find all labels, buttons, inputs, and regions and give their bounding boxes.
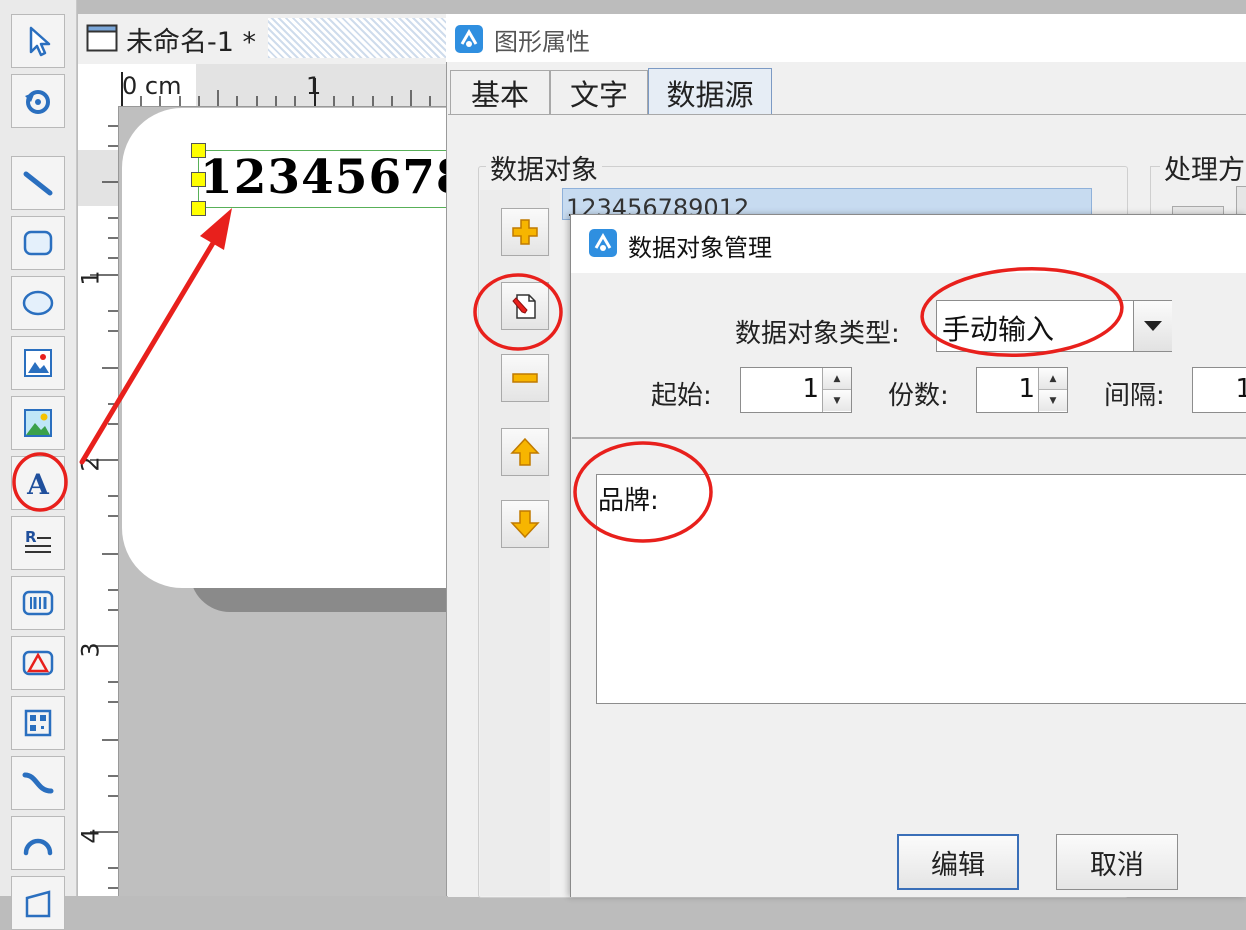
resize-handle-bottom[interactable] xyxy=(191,201,206,216)
ruler-label-v3: 3 xyxy=(76,642,105,658)
count-stepper-buttons: ▲ ▼ xyxy=(1038,368,1067,412)
ruler-label-v1: 1 xyxy=(76,270,105,286)
pointer-icon xyxy=(29,26,51,57)
text-object-content[interactable]: 12345678 xyxy=(200,150,470,205)
start-value[interactable]: 1 xyxy=(802,374,819,404)
arrow-down-icon xyxy=(510,510,540,539)
count-value[interactable]: 1 xyxy=(1018,374,1035,404)
more-icon xyxy=(25,890,51,918)
count-label: 份数: xyxy=(888,381,949,411)
picture-tool-button[interactable] xyxy=(11,336,65,390)
data-type-label: 数据对象类型: xyxy=(735,319,900,349)
ruler-label-v4: 4 xyxy=(76,828,105,844)
svg-text:R: R xyxy=(25,528,37,546)
svg-text:A: A xyxy=(26,468,50,500)
interval-stepper[interactable]: 1 xyxy=(1192,367,1246,413)
tab-basic[interactable]: 基本 xyxy=(450,70,550,114)
image-icon xyxy=(24,409,52,437)
qrcode-tool-button[interactable] xyxy=(11,696,65,750)
start-label: 起始: xyxy=(651,381,712,411)
vertical-ruler-ticks xyxy=(90,125,118,889)
arc-icon xyxy=(23,838,53,856)
barcode-tool-button[interactable] xyxy=(11,576,65,630)
qrcode-icon xyxy=(24,709,52,737)
line-icon xyxy=(23,171,53,196)
window-icon xyxy=(86,24,118,52)
tab-text[interactable]: 文字 xyxy=(550,70,648,114)
manager-title: 数据对象管理 xyxy=(628,234,772,262)
ellipse-icon xyxy=(22,290,54,316)
ellipse-tool-button[interactable] xyxy=(11,276,65,330)
resize-handle-middle[interactable] xyxy=(191,172,206,187)
rotate-icon xyxy=(25,90,50,114)
ruler-label-0: 0 cm xyxy=(122,72,182,100)
arrow-up-icon xyxy=(510,437,540,466)
count-stepper[interactable]: 1 ▲ ▼ xyxy=(976,367,1068,413)
manager-separator xyxy=(572,437,1246,439)
interval-label: 间隔: xyxy=(1104,381,1165,411)
document-title[interactable]: 未命名-1 * xyxy=(126,20,256,59)
ruler-label-1: 1 xyxy=(306,72,322,100)
rounded-rect-tool-button[interactable] xyxy=(11,216,65,270)
line-tool-button[interactable] xyxy=(11,156,65,210)
resize-handle-top[interactable] xyxy=(191,143,206,158)
plus-icon xyxy=(512,219,538,245)
pointer-tool-button[interactable] xyxy=(11,14,65,68)
curve-tool-button[interactable] xyxy=(11,756,65,810)
app-logo-icon xyxy=(455,25,483,53)
content-textarea[interactable] xyxy=(596,474,1246,704)
properties-title: 图形属性 xyxy=(494,28,590,56)
cancel-button[interactable]: 取消 xyxy=(1056,834,1178,890)
data-object-group-label: 数据对象 xyxy=(486,148,602,187)
shape-icon xyxy=(22,650,54,676)
arc-tool-button[interactable] xyxy=(11,816,65,870)
rich-text-icon: R xyxy=(25,528,51,553)
rotate-tool-button[interactable] xyxy=(11,74,65,128)
picture-icon xyxy=(24,349,52,377)
ruler-label-v2: 2 xyxy=(76,456,105,472)
move-up-button[interactable] xyxy=(501,428,549,476)
start-stepper-buttons: ▲ ▼ xyxy=(822,368,851,412)
chevron-down-icon xyxy=(1144,321,1162,331)
data-type-dropdown-button[interactable] xyxy=(1133,301,1172,351)
start-increment-button[interactable]: ▲ xyxy=(823,368,851,389)
more-tool-button[interactable] xyxy=(11,876,65,930)
count-decrement-button[interactable]: ▼ xyxy=(1039,389,1067,411)
minus-icon xyxy=(512,373,538,383)
process-group-label: 处理方 xyxy=(1160,148,1246,187)
add-data-object-button[interactable] xyxy=(501,208,549,256)
start-stepper[interactable]: 1 ▲ ▼ xyxy=(740,367,852,413)
app-logo-icon xyxy=(589,229,617,257)
text-tool-button[interactable]: A xyxy=(11,456,65,510)
start-decrement-button[interactable]: ▼ xyxy=(823,389,851,411)
edit-document-icon xyxy=(512,294,536,319)
edit-data-object-button[interactable] xyxy=(501,282,549,330)
rounded-rect-icon xyxy=(23,230,53,256)
data-type-value[interactable]: 手动输入 xyxy=(942,308,1054,348)
left-toolbar: A R xyxy=(0,0,77,930)
shape-tool-button[interactable] xyxy=(11,636,65,690)
image-tool-button[interactable] xyxy=(11,396,65,450)
rich-text-tool-button[interactable]: R xyxy=(11,516,65,570)
curve-icon xyxy=(22,772,54,794)
count-increment-button[interactable]: ▲ xyxy=(1039,368,1067,389)
tab-datasource[interactable]: 数据源 xyxy=(648,68,772,116)
edit-button[interactable]: 编辑 xyxy=(897,834,1019,890)
barcode-icon xyxy=(22,590,54,616)
content-text[interactable]: 品牌: xyxy=(598,480,659,517)
document-tab-hatch xyxy=(268,18,446,58)
move-down-button[interactable] xyxy=(501,500,549,548)
remove-data-object-button[interactable] xyxy=(501,354,549,402)
text-icon: A xyxy=(26,468,50,500)
interval-value[interactable]: 1 xyxy=(1235,374,1246,404)
